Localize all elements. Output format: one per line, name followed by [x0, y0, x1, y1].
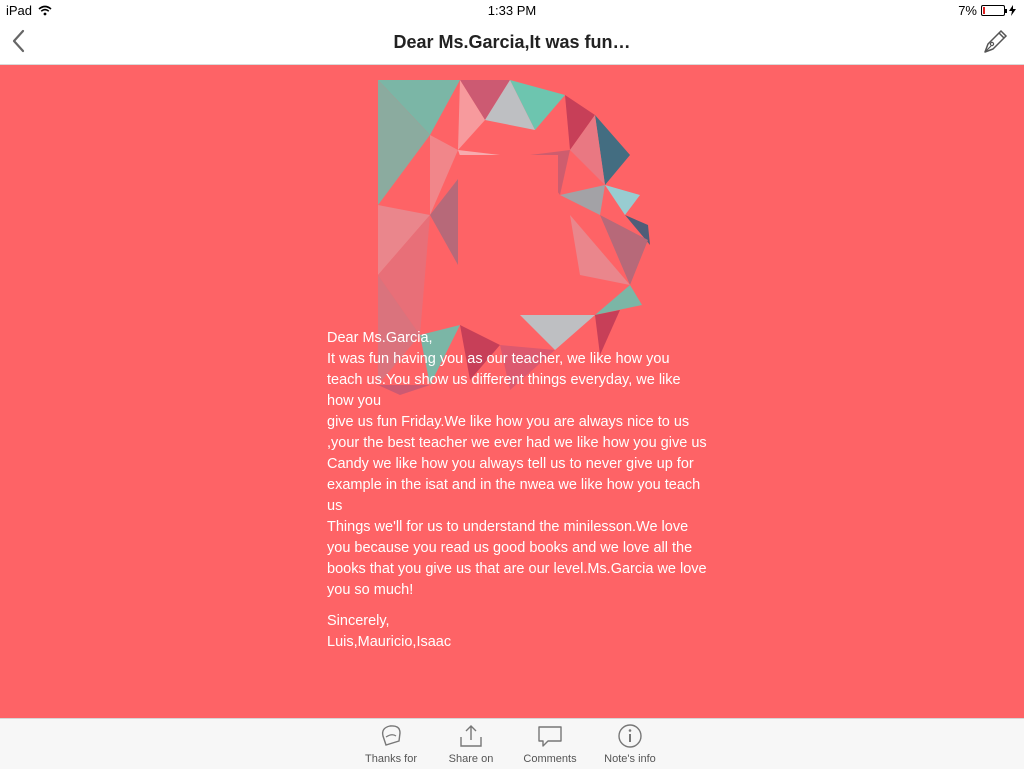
charging-icon — [1009, 5, 1016, 16]
status-bar: iPad 1:33 PM 7% — [0, 0, 1024, 20]
letter-signature: Luis,Mauricio,Isaac — [327, 634, 452, 650]
share-button[interactable]: Share on — [431, 723, 511, 765]
letter-closing: Sincerely, — [327, 613, 390, 629]
bottom-toolbar: Thanks for Share on Comments Note's info — [0, 718, 1024, 769]
page-title: Dear Ms.Garcia,It was fun… — [393, 32, 631, 52]
notes-info-button[interactable]: Note's info — [590, 723, 670, 765]
notes-info-label: Note's info — [604, 753, 656, 765]
letter-greeting: Dear Ms.Garcia, — [327, 330, 433, 346]
share-label: Share on — [448, 753, 494, 765]
status-right: 7% — [958, 3, 1016, 18]
battery-icon — [981, 5, 1007, 16]
letter-text: Dear Ms.Garcia, It was fun having you as… — [327, 328, 707, 653]
letter-body: It was fun having you as our teacher, we… — [327, 351, 707, 598]
clock: 1:33 PM — [487, 3, 537, 18]
navigation-bar: Dear Ms.Garcia,It was fun… — [0, 20, 1024, 65]
pen-icon[interactable] — [980, 26, 1010, 56]
comments-icon — [538, 726, 562, 747]
battery-percent: 7% — [958, 3, 977, 18]
thanks-label: Thanks for — [365, 753, 417, 765]
share-icon — [460, 725, 482, 747]
comments-button[interactable]: Comments — [510, 723, 590, 765]
info-icon — [618, 724, 642, 748]
comments-label: Comments — [523, 753, 577, 765]
thanks-icon — [381, 725, 401, 746]
thanks-button[interactable]: Thanks for — [351, 723, 431, 765]
note-content: Dear Ms.Garcia, It was fun having you as… — [0, 65, 1024, 718]
